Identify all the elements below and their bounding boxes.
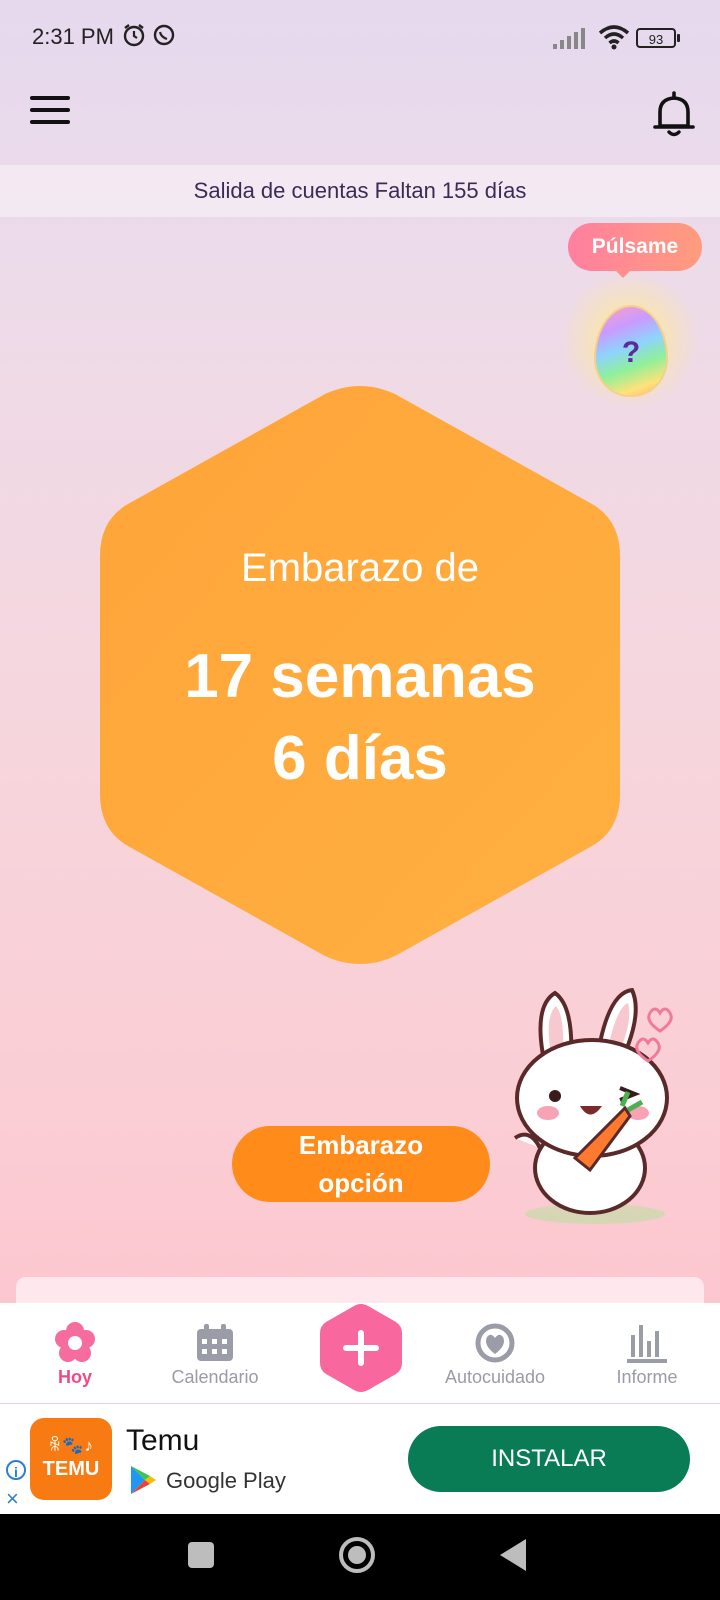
due-date-countdown[interactable]: Salida de cuentas Faltan 155 días [0, 165, 720, 217]
nav-today[interactable]: Hoy [0, 1303, 150, 1403]
alarm-icon [123, 24, 175, 47]
temu-logo[interactable]: ꆜ🐾♪ TEMU [30, 1418, 112, 1500]
notification-bell-icon[interactable] [652, 90, 696, 138]
press-me-pointer [613, 268, 633, 278]
bar-chart-icon [627, 1325, 667, 1363]
status-time: 2:31 PM [32, 24, 114, 49]
add-record-button[interactable] [320, 1303, 402, 1393]
nav-calendar[interactable]: Calendario [140, 1303, 290, 1403]
status-notification-icons [122, 22, 178, 54]
google-play-icon [131, 1466, 156, 1494]
menu-icon[interactable] [30, 96, 70, 128]
nav-label-report: Informe [616, 1367, 678, 1387]
flower-icon [55, 1322, 95, 1362]
pregnancy-option-line2: opción [318, 1168, 404, 1198]
pregnancy-option-button[interactable]: Embarazo opción [232, 1126, 490, 1202]
nav-report[interactable]: Informe [572, 1303, 720, 1403]
recents-button[interactable] [188, 1542, 214, 1568]
nav-selfcare[interactable]: Autocuidado [420, 1303, 570, 1403]
install-button[interactable]: INSTALAR [408, 1426, 690, 1492]
pregnancy-weeks: 17 semanas [184, 642, 536, 711]
wifi-icon [598, 25, 630, 50]
pregnancy-title: Embarazo de [241, 546, 479, 590]
signal-icon [553, 28, 585, 49]
pregnancy-option-line1: Embarazo [298, 1130, 424, 1160]
temu-logo-glyphs: ꆜ🐾♪ [48, 1436, 94, 1455]
home-button-dot [348, 1546, 366, 1564]
pregnancy-duration: 17 semanas 6 días [100, 636, 620, 800]
nav-label-today: Hoy [57, 1367, 92, 1387]
calendar-icon [197, 1324, 233, 1361]
back-button[interactable] [500, 1539, 526, 1571]
pregnancy-days: 6 días [272, 724, 448, 793]
temu-logo-text: TEMU [42, 1458, 100, 1480]
ad-close-icon[interactable]: × [6, 1486, 19, 1512]
nav-label-selfcare: Autocuidado [444, 1367, 546, 1387]
battery-nub [677, 34, 680, 42]
ad-info-icon[interactable]: i [6, 1460, 26, 1480]
battery-indicator: 93 [636, 28, 676, 48]
pregnancy-status: Embarazo de 17 semanas 6 días [100, 386, 620, 964]
bunny-mascot-icon [513, 988, 673, 1224]
nav-label-calendar: Calendario [171, 1367, 259, 1387]
ad-title[interactable]: Temu [126, 1424, 199, 1458]
press-me-button[interactable]: Púlsame [568, 223, 702, 271]
ad-store-label: Google Play [166, 1468, 286, 1493]
heart-ring-icon [475, 1323, 515, 1363]
